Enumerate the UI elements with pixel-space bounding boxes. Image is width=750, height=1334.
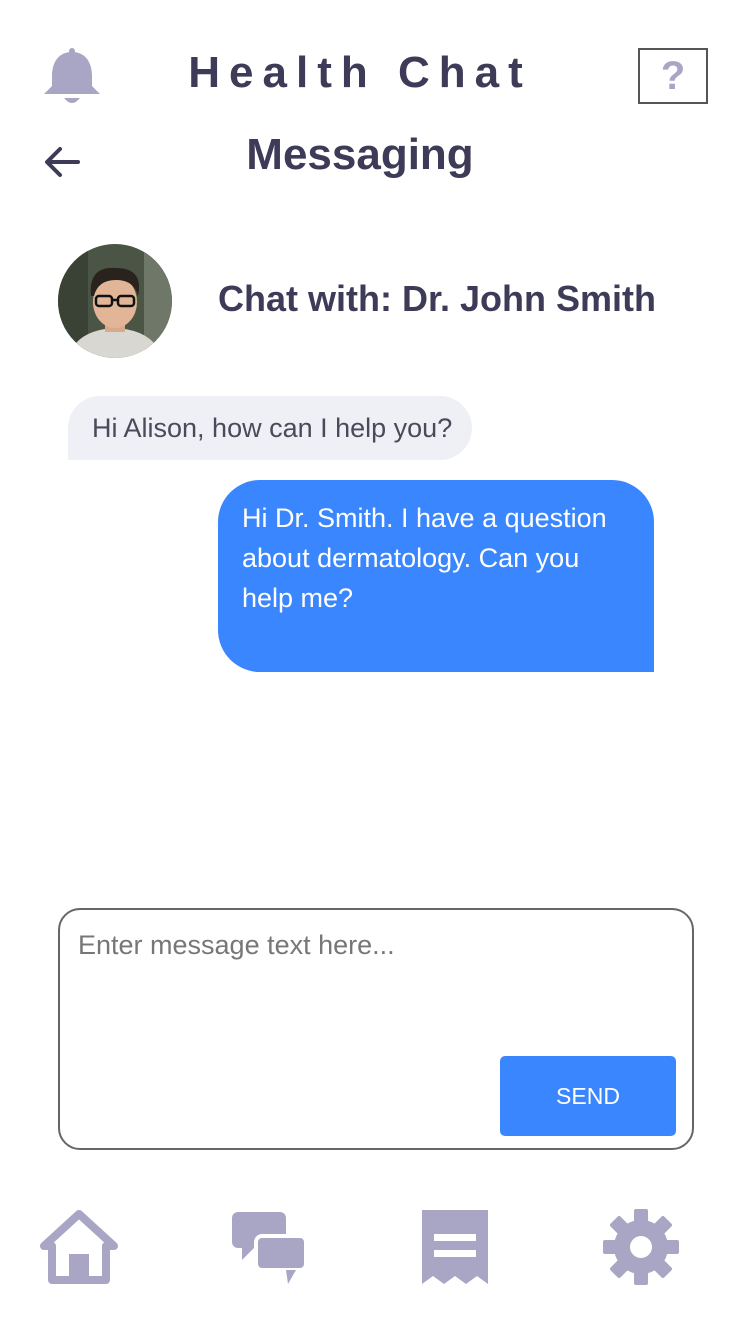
chat-bubbles-icon[interactable] xyxy=(228,1206,310,1288)
incoming-message: Hi Alison, how can I help you? xyxy=(68,396,473,460)
gear-icon[interactable] xyxy=(600,1206,682,1288)
chat-partner-label: Chat with: Dr. John Smith xyxy=(218,278,656,319)
home-icon[interactable] xyxy=(38,1206,120,1288)
doctor-avatar xyxy=(58,244,172,358)
help-button[interactable]: ? xyxy=(638,48,708,104)
receipt-icon[interactable] xyxy=(414,1206,496,1288)
message-composer: SEND xyxy=(58,908,694,1150)
arrow-left-icon[interactable] xyxy=(40,140,84,184)
app-title: Health Chat xyxy=(188,48,532,97)
outgoing-message: Hi Dr. Smith. I have a question about de… xyxy=(218,480,654,672)
message-input[interactable] xyxy=(78,930,674,1050)
page-title: Messaging xyxy=(246,130,474,179)
bell-icon[interactable] xyxy=(40,48,104,108)
send-button[interactable]: SEND xyxy=(500,1056,676,1136)
